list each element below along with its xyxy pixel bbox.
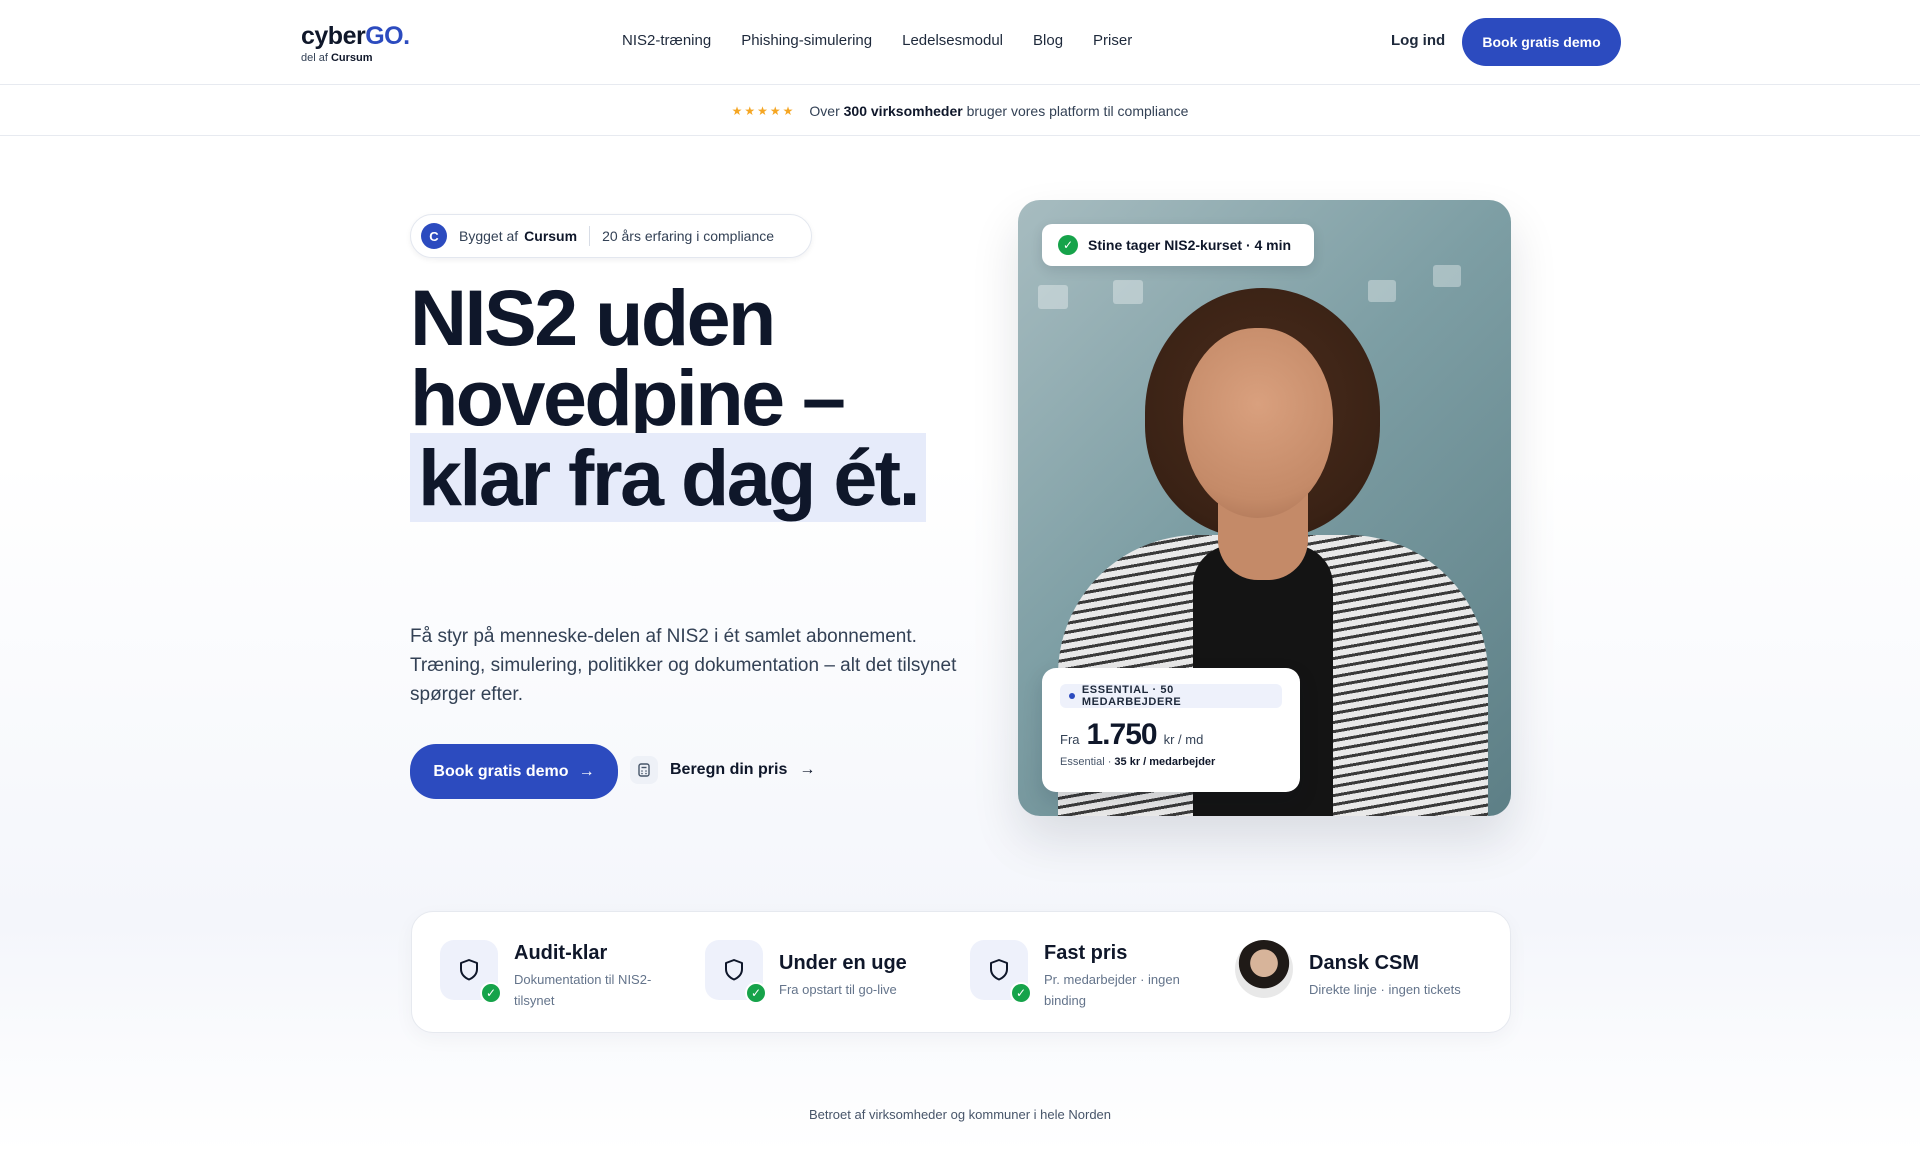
feature-fixed-price: ✓ Fast pris Pr. medarbejder · ingen bind… bbox=[970, 940, 1204, 1011]
feature-title: Under en uge bbox=[779, 952, 907, 974]
photo-bg-window bbox=[1038, 285, 1068, 309]
calculate-price-link[interactable]: Beregn din pris → bbox=[630, 756, 815, 784]
feature-subtitle: Dokumentation til NIS2-tilsynet bbox=[514, 972, 652, 1008]
check-icon: ✓ bbox=[1058, 235, 1078, 255]
hero-headline: NIS2 uden hovedpine – klar fra dag ét. bbox=[410, 278, 930, 522]
features-bar: ✓ Audit-klar Dokumentation til NIS2-tils… bbox=[411, 911, 1511, 1033]
price-note: Essential · 35 kr / medarbejder bbox=[1060, 756, 1282, 768]
feature-subtitle: Fra opstart til go-live bbox=[779, 982, 897, 997]
headline-part1: NIS2 uden hovedpine – bbox=[410, 273, 846, 442]
logo-go: GO. bbox=[365, 22, 410, 50]
photo-face bbox=[1183, 328, 1333, 518]
badge-note: 20 års erfaring i compliance bbox=[602, 228, 775, 244]
arrow-right-icon: → bbox=[799, 761, 816, 778]
logo-sub-prefix: del af bbox=[301, 52, 328, 64]
nav-pricing[interactable]: Priser bbox=[1093, 32, 1132, 49]
photo-bg-window bbox=[1368, 280, 1396, 302]
arrow-right-icon: → bbox=[578, 762, 595, 780]
feature-audit-ready: ✓ Audit-klar Dokumentation til NIS2-tils… bbox=[440, 940, 674, 1011]
trust-text: Over 300 virksomheder bruger vores platf… bbox=[809, 103, 1188, 119]
price-row: Fra 1.750 kr / md bbox=[1060, 718, 1282, 752]
shield-icon: ✓ bbox=[970, 940, 1032, 1004]
trust-text-suffix: bruger vores platform til compliance bbox=[966, 102, 1189, 119]
cursum-logo-icon: C bbox=[421, 223, 447, 249]
feature-danish-csm: Dansk CSM Direkte linje · ingen tickets bbox=[1235, 940, 1489, 1000]
nav-management-module[interactable]: Ledelsesmodul bbox=[902, 32, 1003, 49]
trust-bar: ★★★★★ Over 300 virksomheder bruger vores… bbox=[0, 86, 1920, 136]
price-note-bold: 35 kr / medarbejder bbox=[1114, 756, 1216, 768]
feature-title: Audit-klar bbox=[514, 942, 608, 964]
check-icon: ✓ bbox=[480, 982, 502, 1004]
hero-demo-button[interactable]: Book gratis demo → bbox=[410, 744, 618, 799]
check-icon: ✓ bbox=[745, 982, 767, 1004]
nav-phishing-simulation[interactable]: Phishing-simulering bbox=[741, 32, 872, 49]
price-from: Fra bbox=[1060, 732, 1080, 747]
nav-blog[interactable]: Blog bbox=[1033, 32, 1063, 49]
check-icon: ✓ bbox=[1010, 982, 1032, 1004]
price-amount: 1.750 bbox=[1086, 718, 1158, 751]
price-card: ESSENTIAL · 50 MEDARBEJDERE Fra 1.750 kr… bbox=[1042, 668, 1300, 792]
nav-nis2-training[interactable]: NIS2-træning bbox=[622, 32, 711, 49]
rating-stars-icon: ★★★★★ bbox=[731, 103, 796, 118]
feature-subtitle: Pr. medarbejder · ingen binding bbox=[1044, 972, 1180, 1008]
trust-text-bold: 300 virksomheder bbox=[843, 102, 963, 119]
badge-brand: Cursum bbox=[524, 228, 578, 244]
calculate-price-label: Beregn din pris bbox=[670, 761, 788, 778]
course-status-text: Stine tager NIS2-kurset · 4 min bbox=[1088, 237, 1292, 253]
trust-text-prefix: Over bbox=[809, 102, 840, 119]
dot-icon bbox=[1069, 693, 1075, 699]
shield-icon: ✓ bbox=[440, 940, 502, 1004]
trusted-by-note: Betroet af virksomheder og kommuner i he… bbox=[808, 1107, 1112, 1122]
feature-title: Dansk CSM bbox=[1309, 952, 1420, 974]
course-status-tag: ✓ Stine tager NIS2-kurset · 4 min bbox=[1042, 224, 1314, 266]
header-demo-button[interactable]: Book gratis demo bbox=[1462, 18, 1621, 66]
price-unit: kr / md bbox=[1163, 732, 1204, 747]
headline-highlight: klar fra dag ét. bbox=[410, 433, 927, 522]
shield-icon: ✓ bbox=[705, 940, 767, 1004]
feature-subtitle: Direkte linje · ingen tickets bbox=[1309, 982, 1461, 997]
logo-text: cyber bbox=[301, 22, 366, 50]
badge-prefix: Bygget af bbox=[459, 228, 519, 244]
hero-demo-label: Book gratis demo bbox=[433, 762, 569, 780]
plan-pill: ESSENTIAL · 50 MEDARBEJDERE bbox=[1060, 684, 1282, 708]
login-link[interactable]: Log ind bbox=[1391, 32, 1445, 49]
photo-bg-window bbox=[1113, 280, 1143, 304]
built-by-badge: C Bygget af Cursum 20 års erfaring i com… bbox=[410, 214, 812, 258]
logo[interactable]: cyberGO. del af Cursum bbox=[301, 22, 410, 65]
avatar bbox=[1235, 940, 1293, 998]
site-header: cyberGO. del af Cursum NIS2-træning Phis… bbox=[0, 0, 1920, 85]
badge-divider bbox=[589, 226, 591, 246]
hero-lead: Få styr på menneske-delen af NIS2 i ét s… bbox=[410, 626, 957, 705]
calculator-icon bbox=[630, 756, 658, 784]
plan-pill-label: ESSENTIAL · 50 MEDARBEJDERE bbox=[1081, 684, 1182, 708]
feature-title: Fast pris bbox=[1044, 942, 1128, 964]
price-note-prefix: Essential · bbox=[1060, 756, 1112, 768]
logo-sub-brand: Cursum bbox=[330, 52, 373, 64]
photo-bg-window bbox=[1433, 265, 1461, 287]
feature-under-a-week: ✓ Under en uge Fra opstart til go-live bbox=[705, 940, 939, 1004]
main-nav: NIS2-træning Phishing-simulering Ledelse… bbox=[622, 32, 1132, 49]
